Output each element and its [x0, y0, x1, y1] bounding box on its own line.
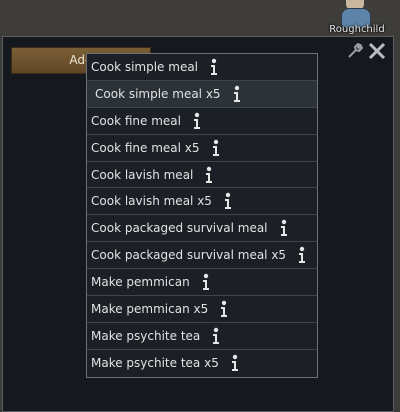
menu-item[interactable]: Cook fine meal x5 — [87, 135, 317, 162]
menu-item[interactable]: Cook lavish meal x5 — [87, 188, 317, 216]
menu-item[interactable]: Cook lavish meal — [87, 162, 317, 189]
info-icon[interactable] — [231, 85, 243, 103]
menu-item[interactable]: Cook packaged survival meal — [87, 215, 317, 243]
menu-item[interactable]: Make psychite tea x5 — [87, 350, 317, 377]
menu-item-label: Cook lavish meal x5 — [91, 194, 212, 209]
menu-item-label: Cook fine meal x5 — [91, 140, 200, 155]
menu-item-label: Make pemmican — [91, 275, 190, 290]
menu-item[interactable]: Make psychite tea — [87, 323, 317, 350]
menu-item-label: Cook packaged survival meal — [91, 221, 268, 236]
colonist-name: Roughchild — [329, 24, 385, 35]
close-icon[interactable] — [367, 41, 387, 61]
recipe-dropdown-menu: Cook simple meal Cook simple meal x5 Cook … — [86, 53, 318, 378]
window-controls — [347, 41, 387, 61]
info-icon[interactable] — [191, 112, 203, 130]
menu-item-label: Make psychite tea x5 — [91, 356, 219, 371]
info-icon[interactable] — [208, 58, 220, 76]
menu-item-label: Cook lavish meal — [91, 167, 194, 182]
menu-item-label: Cook fine meal — [91, 113, 181, 128]
menu-item[interactable]: Cook fine meal — [87, 108, 317, 135]
menu-item-label: Make pemmican x5 — [91, 301, 209, 316]
menu-item-label: Cook simple meal x5 — [95, 86, 221, 101]
info-icon[interactable] — [200, 273, 212, 291]
info-icon[interactable] — [222, 192, 234, 210]
menu-item[interactable]: Make pemmican — [87, 269, 317, 297]
menu-item[interactable]: Cook simple meal x5 — [87, 80, 317, 108]
info-icon[interactable] — [218, 300, 230, 318]
colonist-portrait[interactable]: Roughchild — [322, 0, 392, 36]
info-icon[interactable] — [296, 246, 308, 264]
menu-item[interactable]: Make pemmican x5 — [87, 296, 317, 323]
info-icon[interactable] — [210, 327, 222, 345]
menu-item-label: Cook packaged survival meal x5 — [91, 248, 287, 263]
menu-item-label: Cook simple meal — [91, 59, 199, 74]
wrench-icon[interactable] — [347, 43, 363, 59]
menu-item[interactable]: Cook packaged survival meal x5 — [87, 242, 317, 270]
menu-item[interactable]: Cook simple meal — [87, 54, 317, 81]
info-icon[interactable] — [210, 139, 222, 157]
info-icon[interactable] — [278, 219, 290, 237]
info-icon[interactable] — [229, 354, 241, 372]
menu-item-label: Make psychite tea — [91, 328, 201, 343]
info-icon[interactable] — [203, 166, 215, 184]
